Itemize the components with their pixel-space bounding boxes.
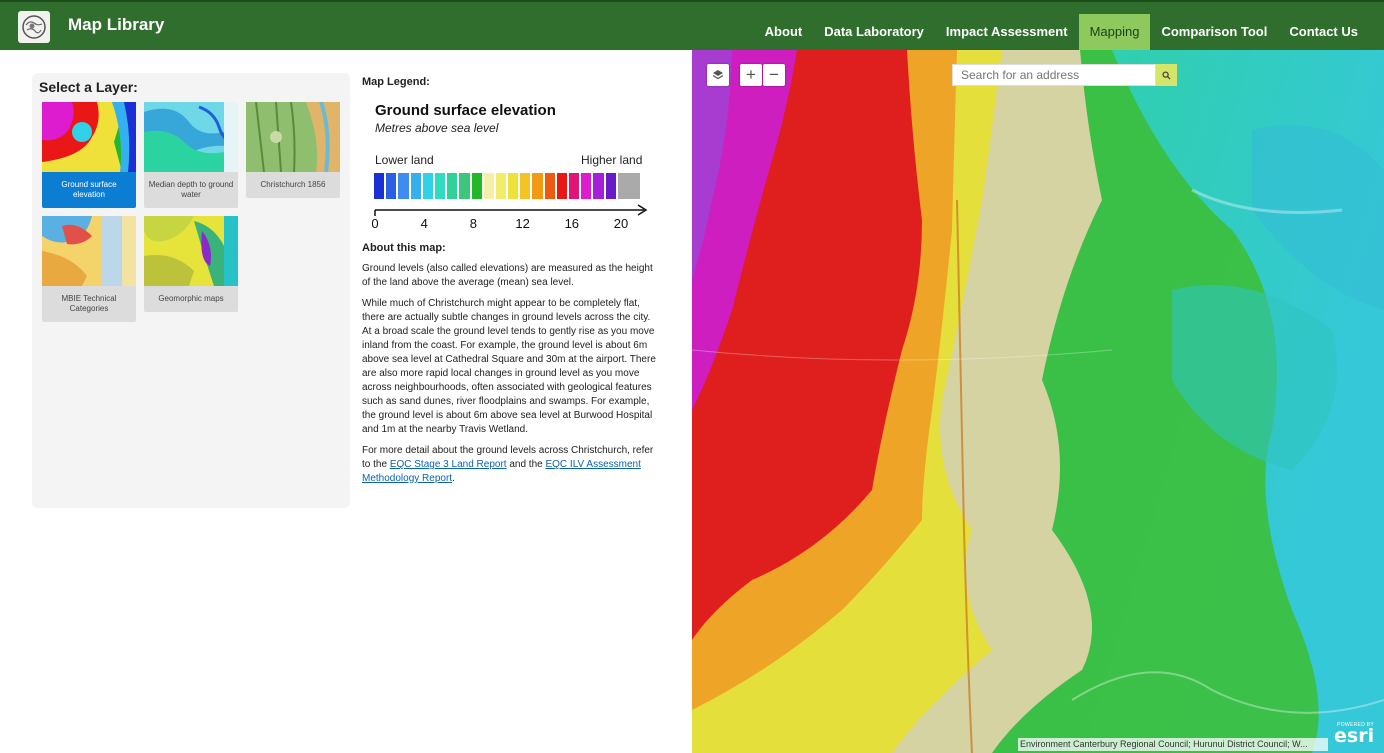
- map-legend-column: Map Legend: Ground surface elevation Met…: [362, 76, 662, 484]
- top-navigation-bar: Map Library About Data Laboratory Impact…: [0, 0, 1384, 50]
- about-text-span: .: [452, 473, 455, 484]
- layers-toggle-button[interactable]: [707, 64, 729, 86]
- legend-swatch: [434, 173, 446, 199]
- nav-comparison-tool[interactable]: Comparison Tool: [1150, 14, 1278, 50]
- map-view[interactable]: + − Environment Canterbury Regional Coun…: [692, 50, 1384, 753]
- legend-swatch: [374, 173, 385, 199]
- layer-panel-title: Select a Layer:: [39, 79, 138, 95]
- about-paragraph-1: Ground levels (also called elevations) a…: [362, 263, 653, 288]
- layer-tile-label: MBIE Technical Categories: [61, 294, 117, 313]
- about-heading: About this map:: [362, 242, 446, 254]
- nav-mapping[interactable]: Mapping: [1078, 14, 1151, 50]
- nav-about[interactable]: About: [754, 14, 814, 50]
- legend-swatch: [520, 173, 531, 199]
- groundwater-thumbnail: [144, 102, 238, 172]
- legend-swatch: [471, 173, 482, 199]
- nav-contact-us[interactable]: Contact Us: [1278, 14, 1369, 50]
- globe-logo-icon: [22, 15, 46, 39]
- address-search-input[interactable]: [952, 64, 1156, 86]
- legend-tick-label: 0: [371, 216, 379, 231]
- nav-data-laboratory[interactable]: Data Laboratory: [813, 14, 935, 50]
- legend-color-ramp: [374, 173, 640, 199]
- legend-swatch: [422, 173, 433, 199]
- layer-tile-mbie-technical-categories[interactable]: MBIE Technical Categories: [42, 216, 136, 322]
- legend-swatch: [508, 173, 519, 199]
- zoom-in-button[interactable]: +: [740, 64, 762, 86]
- esri-logo[interactable]: POWERED BY esri: [1334, 722, 1375, 747]
- legend-tick-label: 20: [613, 216, 629, 231]
- legend-swatch: [495, 173, 507, 199]
- about-text: Ground levels (also called elevations) a…: [362, 262, 659, 493]
- layer-tile-christchurch-1856[interactable]: Christchurch 1856: [246, 102, 340, 198]
- address-search-button[interactable]: [1156, 64, 1177, 86]
- legend-higher-label: Higher land: [581, 153, 643, 167]
- legend-tick-label: 16: [564, 216, 580, 231]
- legend-swatch: [605, 173, 616, 199]
- legend-swatch: [398, 173, 409, 199]
- legend-swatch: [447, 173, 458, 199]
- layer-tile-label: Christchurch 1856: [260, 180, 326, 189]
- legend-swatch: [483, 173, 494, 199]
- legend-swatch: [410, 173, 421, 199]
- nav-impact-assessment[interactable]: Impact Assessment: [935, 14, 1079, 50]
- layer-tile-geomorphic-maps[interactable]: Geomorphic maps: [144, 216, 238, 312]
- layer-tile-label: Median depth to ground water: [148, 180, 234, 199]
- legend-swatch: [593, 173, 604, 199]
- layer-tile-ground-surface-elevation[interactable]: Ground surface elevation: [42, 102, 136, 208]
- main-nav: About Data Laboratory Impact Assessment …: [754, 14, 1369, 50]
- layer-tile-label: Ground surface elevation: [61, 180, 117, 199]
- legend-swatch: [386, 173, 397, 199]
- elevation-map-canvas[interactable]: [692, 50, 1384, 753]
- legend-tick-label: 4: [420, 216, 428, 231]
- elevation-thumbnail: [42, 102, 136, 172]
- about-text-span: and the: [506, 459, 546, 470]
- legend-swatch: [532, 173, 543, 199]
- legend-tick-label: 8: [469, 216, 478, 231]
- about-paragraph-2: While much of Christchurch might appear …: [362, 298, 656, 435]
- legend-swatch: [581, 173, 592, 199]
- legend-swatch: [459, 173, 470, 199]
- layer-tile-label: Geomorphic maps: [158, 294, 224, 303]
- zoom-out-button[interactable]: −: [763, 64, 785, 86]
- about-paragraph-3: For more detail about the ground levels …: [362, 444, 659, 486]
- geomorphic-thumbnail: [144, 216, 238, 286]
- legend-axis: [374, 204, 648, 216]
- map-attribution: Environment Canterbury Regional Council;…: [1018, 738, 1328, 751]
- legend-swatch: [569, 173, 580, 199]
- layers-icon: [712, 70, 724, 80]
- legend-title: Ground surface elevation: [375, 102, 556, 119]
- legend-subtitle: Metres above sea level: [375, 121, 499, 135]
- legend-swatch: [556, 173, 567, 199]
- site-logo[interactable]: [18, 11, 50, 43]
- site-title[interactable]: Map Library: [68, 15, 164, 35]
- legend-swatch: [617, 173, 640, 199]
- legend-tick-label: 12: [515, 216, 530, 231]
- search-icon: [1162, 70, 1171, 80]
- layer-selection-panel: Select a Layer: Ground surface elevation: [32, 73, 350, 508]
- legend-lower-label: Lower land: [375, 153, 434, 167]
- esri-wordmark: esri: [1334, 725, 1375, 747]
- legend-swatch: [544, 173, 555, 199]
- legend-heading: Map Legend:: [362, 76, 430, 88]
- eqc-stage3-link[interactable]: EQC Stage 3 Land Report: [390, 459, 507, 470]
- layer-tile-median-depth-ground-water[interactable]: Median depth to ground water: [144, 102, 238, 208]
- christchurch-1856-thumbnail: [246, 102, 340, 172]
- mbie-thumbnail: [42, 216, 136, 286]
